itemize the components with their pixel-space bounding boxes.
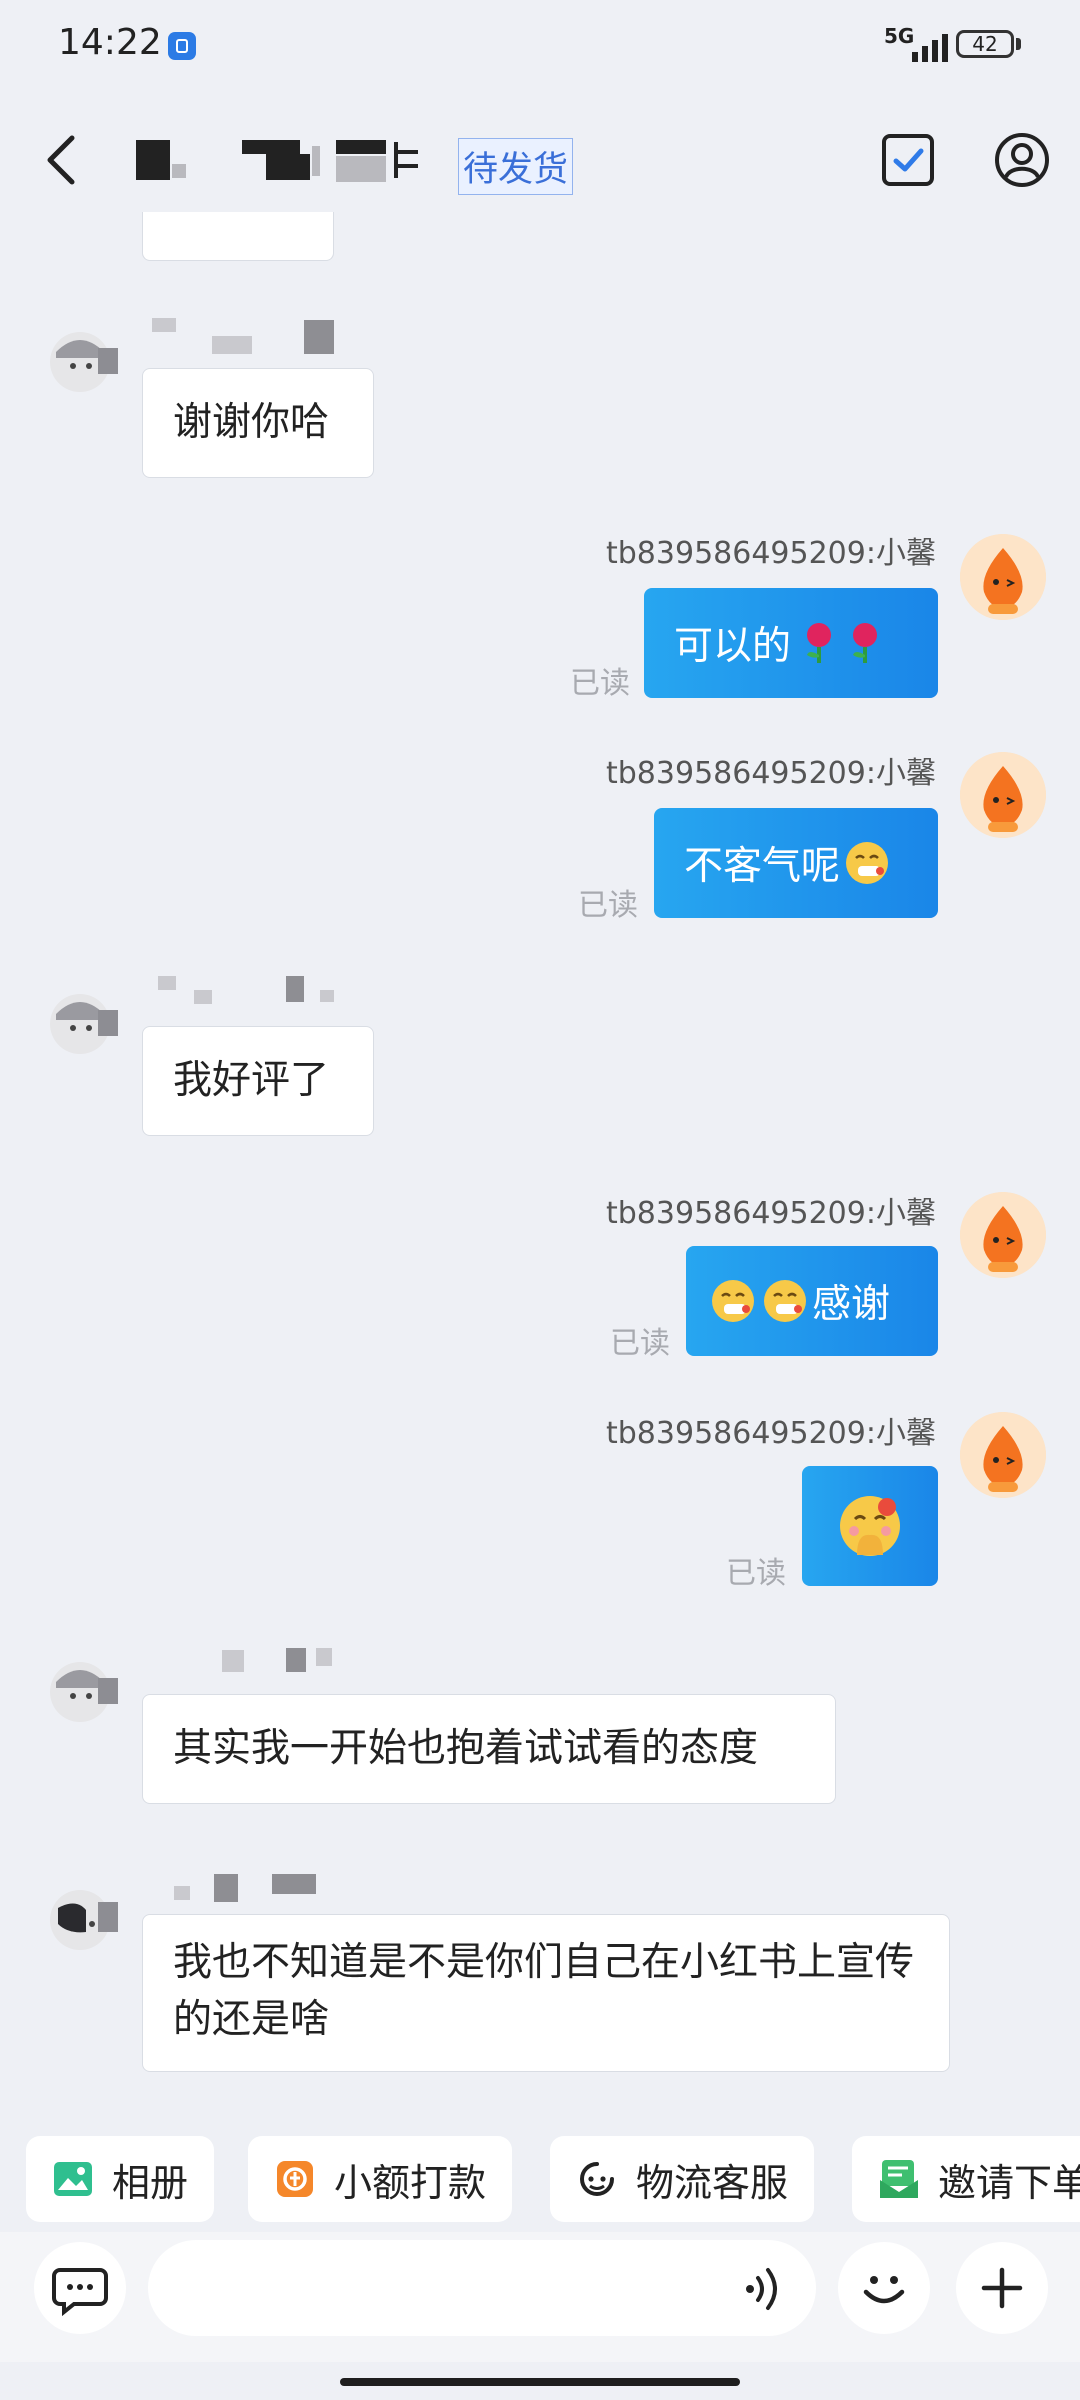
seller-avatar[interactable] [960,752,1046,838]
blushing-hands-face-icon [840,1496,900,1556]
invite-order-icon [880,2160,918,2198]
payment-icon [277,2161,313,2197]
emoji-button[interactable] [838,2242,930,2334]
order-status-badge[interactable]: 待发货 [458,138,574,195]
read-receipt: 已读 [610,1326,670,1361]
chat-bubble-icon [52,2268,108,2317]
read-receipt: 已读 [726,1556,786,1591]
buyer-name-redacted [320,990,334,1002]
message-bubble-incoming: 我也不知道是不是你们自己在小红书上宣传的还是啥 [142,1914,950,2072]
shortcut-photo-album[interactable]: 相册 [26,2136,215,2222]
buyer-name-redacted [286,1648,306,1672]
buyer-avatar[interactable] [46,322,120,396]
buyer-name-redacted [158,976,176,990]
photo-album-icon [54,2162,92,2196]
buyer-name-redacted [194,990,212,1004]
message-sender: tb839586495209:小馨 [606,1416,936,1451]
shortcut-small-payment[interactable]: 小额打款 [248,2136,513,2222]
shortcut-label: 相册 [112,2160,189,2205]
buyer-name-redacted [214,1874,238,1902]
read-receipt: 已读 [570,666,630,701]
message-sender: tb839586495209:小馨 [606,756,936,791]
buyer-name-redacted [272,1874,316,1894]
notification-app-icon [168,32,196,60]
seller-avatar[interactable] [960,1192,1046,1278]
buyer-avatar[interactable] [46,984,120,1058]
checklist-icon[interactable] [880,132,936,188]
buyer-name-redacted [316,1648,332,1666]
message-text: 不客气呢 [684,844,841,889]
message-bubble-outgoing: 可以的 [644,588,938,698]
plus-icon [981,2267,1023,2309]
shortcut-label: 邀请下单 [938,2160,1080,2205]
previous-message-bubble [142,212,334,261]
rose-icon [807,623,832,663]
seller-avatar[interactable] [960,534,1046,620]
message-sender: tb839586495209:小馨 [606,1196,936,1231]
smile-icon [863,2276,905,2304]
battery-icon: 42 [956,30,1014,58]
back-arrow-icon[interactable] [40,130,84,190]
message-text: 感谢 [812,1282,891,1327]
message-sender: tb839586495209:小馨 [606,536,936,571]
message-bubble-outgoing: 感谢 [686,1246,938,1356]
rose-icon [853,623,878,663]
more-button[interactable] [956,2242,1048,2334]
sneezing-face-icon [846,842,889,884]
buyer-name-redacted [304,320,334,354]
message-input[interactable] [148,2240,816,2336]
message-bubble-incoming: 谢谢你哈 [142,368,374,478]
quick-reply-button[interactable] [34,2242,126,2334]
message-bubble-incoming: 我好评了 [142,1026,374,1136]
shortcut-logistics-service[interactable]: 物流客服 [550,2136,815,2222]
shortcut-invite-order[interactable]: 邀请下单 [852,2136,1080,2222]
read-receipt: 已读 [578,888,638,923]
network-type: 5G [884,24,915,48]
home-indicator [340,2378,740,2386]
buyer-name-redacted [174,1886,190,1900]
profile-icon[interactable] [994,132,1050,188]
buyer-avatar[interactable] [46,1652,120,1726]
signal-icon [912,30,948,62]
message-text: 可以的 [674,624,792,669]
message-bubble-outgoing: 不客气呢 [654,808,938,918]
buyer-name-redacted [286,976,304,1002]
voice-icon[interactable] [742,2264,788,2314]
logistics-service-icon [580,2162,614,2196]
sneezing-face-icon [712,1280,754,1322]
battery-tip [1016,38,1021,50]
buyer-name-redacted [152,318,176,332]
shortcut-label: 小额打款 [334,2160,487,2205]
status-time: 14:22 [58,22,162,63]
message-bubble-outgoing [802,1466,938,1586]
sneezing-face-icon [764,1280,806,1322]
buyer-name-redacted [222,1650,244,1672]
shortcut-label: 物流客服 [636,2160,789,2205]
seller-avatar[interactable] [960,1412,1046,1498]
buyer-avatar[interactable] [46,1880,120,1954]
shop-name-redacted [136,136,420,184]
buyer-name-redacted [212,336,252,354]
message-bubble-incoming: 其实我一开始也抱着试试看的态度 [142,1694,836,1804]
